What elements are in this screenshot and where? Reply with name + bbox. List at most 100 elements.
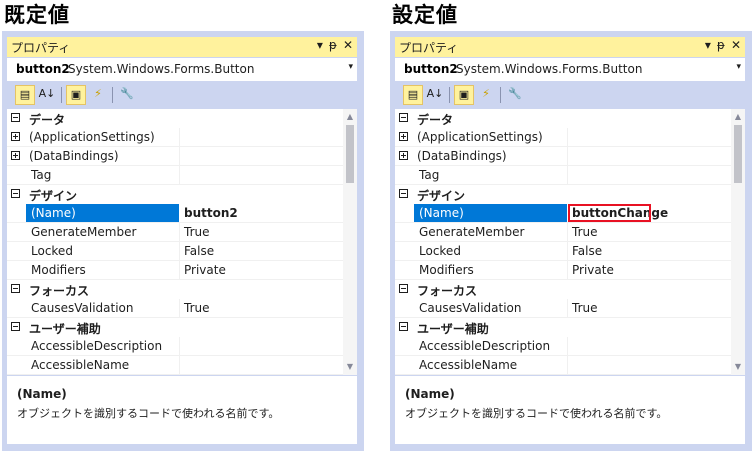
property-label: (DataBindings)	[29, 149, 119, 163]
alphabetical-icon[interactable]: A↓	[37, 85, 57, 105]
property-label: GenerateMember	[31, 225, 137, 239]
lightning-icon[interactable]: ⚡	[88, 85, 108, 105]
collapse-icon[interactable]	[399, 322, 408, 331]
property-row[interactable]: Locked False	[7, 242, 343, 261]
property-row[interactable]: Tag	[395, 166, 731, 185]
collapse-icon[interactable]	[399, 113, 408, 122]
property-value[interactable]: True	[184, 225, 210, 239]
close-icon[interactable]: ✕	[343, 38, 353, 52]
toolbar: ▤ A↓ ▣ ⚡ 🔧	[395, 82, 745, 108]
category-row[interactable]: データ	[395, 109, 731, 128]
property-row[interactable]: AccessibleDescription	[395, 337, 731, 356]
property-row[interactable]: Tag	[7, 166, 343, 185]
title-bar[interactable]: プロパティ ▾ ᵽ ✕	[395, 37, 745, 57]
property-value[interactable]: True	[184, 301, 210, 315]
close-icon[interactable]: ✕	[731, 38, 741, 52]
toolbar-separator	[449, 87, 450, 103]
property-row[interactable]: (DataBindings)	[7, 147, 343, 166]
title-bar[interactable]: プロパティ ▾ ᵽ ✕	[7, 37, 357, 57]
vertical-scrollbar[interactable]: ▲ ▼	[731, 109, 745, 375]
collapse-icon[interactable]	[399, 284, 408, 293]
property-value[interactable]: button2	[184, 206, 238, 220]
category-label: フォーカス	[417, 284, 478, 298]
highlight-box	[568, 204, 651, 222]
lightning-icon[interactable]: ⚡	[476, 85, 496, 105]
properties-icon[interactable]: ▣	[454, 85, 474, 105]
property-label: (ApplicationSettings)	[417, 130, 543, 144]
property-value[interactable]: False	[184, 244, 214, 258]
property-row[interactable]: GenerateMember True	[395, 223, 731, 242]
property-value[interactable]: True	[572, 301, 598, 315]
dropdown-icon[interactable]: ▾	[705, 38, 711, 52]
property-row[interactable]: AccessibleName	[395, 356, 731, 375]
properties-window-configured: プロパティ ▾ ᵽ ✕ button2 System.Windows.Forms…	[390, 31, 752, 451]
collapse-icon[interactable]	[11, 113, 20, 122]
properties-icon[interactable]: ▣	[66, 85, 86, 105]
chevron-down-icon[interactable]: ▾	[736, 62, 741, 72]
vertical-scrollbar[interactable]: ▲ ▼	[343, 109, 357, 375]
property-row[interactable]: (DataBindings)	[395, 147, 731, 166]
scroll-up-icon[interactable]: ▲	[345, 112, 355, 122]
collapse-icon[interactable]	[399, 189, 408, 198]
category-row[interactable]: デザイン	[395, 185, 731, 204]
category-row[interactable]: フォーカス	[7, 280, 343, 299]
property-label: Locked	[31, 244, 73, 258]
scroll-up-icon[interactable]: ▲	[733, 112, 743, 122]
category-row[interactable]: データ	[7, 109, 343, 128]
property-row[interactable]: (ApplicationSettings)	[7, 128, 343, 147]
dropdown-icon[interactable]: ▾	[317, 38, 323, 52]
properties-window-default: プロパティ ▾ ᵽ ✕ button2 System.Windows.Forms…	[2, 31, 364, 451]
property-row[interactable]: AccessibleName	[7, 356, 343, 375]
object-selector[interactable]: button2 System.Windows.Forms.Button ▾	[7, 58, 357, 81]
expand-icon[interactable]	[11, 151, 20, 160]
categorized-icon[interactable]: ▤	[15, 85, 35, 105]
property-row-selected[interactable]: (Name) buttonChange	[395, 204, 731, 223]
property-label: CausesValidation	[31, 301, 134, 315]
category-label: データ	[417, 113, 454, 127]
property-row[interactable]: Modifiers Private	[7, 261, 343, 280]
property-label: CausesValidation	[419, 301, 522, 315]
toolbar-separator	[500, 87, 501, 103]
property-value[interactable]: Private	[572, 263, 614, 277]
pin-icon[interactable]: ᵽ	[717, 38, 725, 52]
property-label: Modifiers	[419, 263, 474, 277]
chevron-down-icon[interactable]: ▾	[348, 62, 353, 72]
wrench-icon[interactable]: 🔧	[117, 85, 137, 105]
property-row[interactable]: CausesValidation True	[395, 299, 731, 318]
category-label: ユーザー補助	[29, 322, 101, 336]
object-selector[interactable]: button2 System.Windows.Forms.Button ▾	[395, 58, 745, 81]
categorized-icon[interactable]: ▤	[403, 85, 423, 105]
expand-icon[interactable]	[399, 151, 408, 160]
object-name: button2	[404, 62, 458, 76]
property-value[interactable]: Private	[184, 263, 226, 277]
scroll-down-icon[interactable]: ▼	[345, 362, 355, 372]
property-label: Tag	[419, 168, 440, 182]
category-row[interactable]: ユーザー補助	[395, 318, 731, 337]
property-row[interactable]: (ApplicationSettings)	[395, 128, 731, 147]
property-row[interactable]: AccessibleDescription	[7, 337, 343, 356]
property-value[interactable]: True	[572, 225, 598, 239]
pin-icon[interactable]: ᵽ	[329, 38, 337, 52]
expand-icon[interactable]	[11, 132, 20, 141]
category-row[interactable]: ユーザー補助	[7, 318, 343, 337]
collapse-icon[interactable]	[11, 189, 20, 198]
category-row[interactable]: フォーカス	[395, 280, 731, 299]
property-label: (ApplicationSettings)	[29, 130, 155, 144]
wrench-icon[interactable]: 🔧	[505, 85, 525, 105]
collapse-icon[interactable]	[11, 322, 20, 331]
property-row[interactable]: Locked False	[395, 242, 731, 261]
alphabetical-icon[interactable]: A↓	[425, 85, 445, 105]
property-row-selected[interactable]: (Name) button2	[7, 204, 343, 223]
collapse-icon[interactable]	[11, 284, 20, 293]
expand-icon[interactable]	[399, 132, 408, 141]
property-value[interactable]: False	[572, 244, 602, 258]
scroll-thumb[interactable]	[734, 125, 742, 183]
scroll-down-icon[interactable]: ▼	[733, 362, 743, 372]
property-label: (Name)	[31, 206, 76, 220]
scroll-thumb[interactable]	[346, 125, 354, 183]
property-row[interactable]: Modifiers Private	[395, 261, 731, 280]
property-row[interactable]: CausesValidation True	[7, 299, 343, 318]
category-row[interactable]: デザイン	[7, 185, 343, 204]
property-row[interactable]: GenerateMember True	[7, 223, 343, 242]
window-title: プロパティ	[11, 41, 71, 55]
